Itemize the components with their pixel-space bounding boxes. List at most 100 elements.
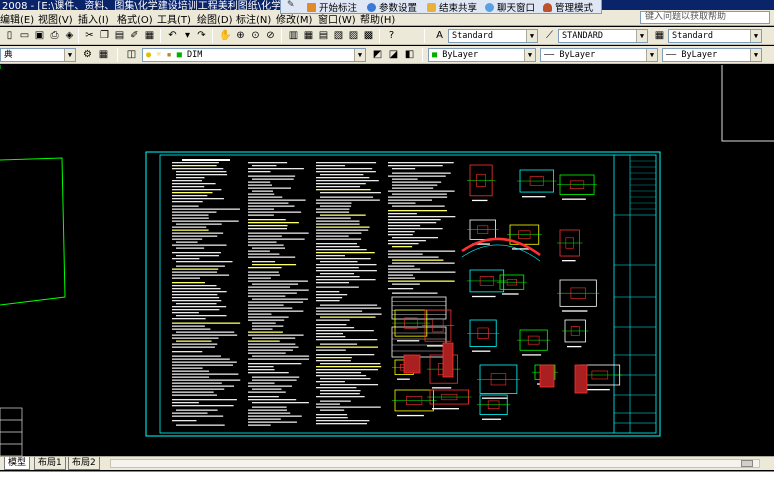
layer-previous-icon[interactable]: ◪ xyxy=(386,47,401,62)
tab-model[interactable]: 模型 xyxy=(4,457,31,470)
scrollbar-thumb[interactable] xyxy=(741,460,753,467)
zoom-realtime-icon[interactable]: ⊕ xyxy=(233,28,248,43)
command-line[interactable] xyxy=(0,471,774,484)
end-share-button[interactable]: 结束共享 xyxy=(427,0,477,14)
color-select[interactable]: ■ ByLayer ▼ xyxy=(428,48,536,62)
note-text-line xyxy=(252,337,296,339)
note-text-line xyxy=(316,330,374,332)
dim-style-icon[interactable]: ⟋ xyxy=(542,28,557,43)
publish-icon[interactable]: ◈ xyxy=(62,28,77,43)
match-properties-icon[interactable]: ✐ xyxy=(127,28,142,43)
note-text-line xyxy=(248,214,274,216)
sheet-set-icon[interactable]: ▧ xyxy=(331,28,346,43)
pin-button[interactable]: ✎ xyxy=(287,0,295,10)
copy-icon[interactable]: ❐ xyxy=(97,28,112,43)
undo-icon[interactable]: ↶ xyxy=(165,28,180,43)
tab-layout1[interactable]: 布局1 xyxy=(34,457,66,470)
pan-icon[interactable]: ✋ xyxy=(218,28,233,43)
note-text-line xyxy=(248,196,283,198)
note-text-line xyxy=(172,192,213,194)
properties-icon[interactable]: ▥ xyxy=(286,28,301,43)
note-text-line xyxy=(316,223,360,225)
chevron-down-icon: ▼ xyxy=(646,49,657,61)
note-text-line xyxy=(316,202,352,204)
note-text-line xyxy=(252,402,309,404)
menu-tools[interactable]: 工具(T) xyxy=(157,11,191,26)
workspace-settings-icon[interactable]: ⚙ xyxy=(80,47,95,62)
new-icon[interactable]: ▯ xyxy=(2,28,17,43)
menu-edit[interactable]: 编辑(E) xyxy=(0,11,34,26)
note-text-line xyxy=(248,382,275,384)
dim-style-select[interactable]: STANDARD ▼ xyxy=(558,29,648,43)
zoom-previous-icon[interactable]: ⊘ xyxy=(263,28,278,43)
horizontal-scrollbar[interactable] xyxy=(110,459,760,468)
table-style-select[interactable]: Standard ▼ xyxy=(668,29,762,43)
workspace-select[interactable]: 典 ▼ xyxy=(0,48,76,62)
chat-window-button[interactable]: 聊天窗口 xyxy=(485,0,535,14)
text-style-select[interactable]: Standard ▼ xyxy=(448,29,538,43)
help-search-input[interactable]: 键入问题以获取帮助 xyxy=(640,11,770,24)
admin-mode-button[interactable]: 管理模式 xyxy=(543,0,593,14)
note-text-line xyxy=(316,346,378,348)
note-text-line xyxy=(320,343,358,345)
zoom-window-icon[interactable]: ⊙ xyxy=(248,28,263,43)
menu-view[interactable]: 视图(V) xyxy=(38,11,73,26)
note-text-line xyxy=(252,376,300,378)
stop-share-icon xyxy=(427,2,436,12)
drawing-canvas[interactable] xyxy=(0,65,774,456)
save-icon[interactable]: ▣ xyxy=(32,28,47,43)
design-notes-text xyxy=(172,159,456,426)
note-text-line xyxy=(252,283,299,285)
note-text-line xyxy=(172,367,203,369)
note-text-line xyxy=(316,417,348,419)
note-text-line xyxy=(316,258,371,260)
menu-dimension[interactable]: 标注(N) xyxy=(236,11,271,26)
note-text-line xyxy=(248,175,296,177)
settings-button[interactable]: 参数设置 xyxy=(367,0,417,14)
calculator-icon[interactable]: ▩ xyxy=(361,28,376,43)
note-text-line xyxy=(316,238,362,240)
make-current-layer-icon[interactable]: ◩ xyxy=(370,47,385,62)
menu-format[interactable]: 格式(O) xyxy=(117,11,153,26)
note-text-line xyxy=(316,387,357,389)
note-text-line xyxy=(248,358,310,360)
note-text-line xyxy=(392,187,434,189)
undo-dropdown-icon[interactable]: ▾ xyxy=(180,28,195,43)
print-icon[interactable]: ⎙ xyxy=(47,28,62,43)
note-text-line xyxy=(388,250,456,252)
lineweight-select[interactable]: —— ByLayer ▼ xyxy=(662,48,762,62)
note-text-line xyxy=(316,270,377,272)
note-text-line xyxy=(248,199,306,201)
redo-icon[interactable]: ↷ xyxy=(194,28,209,43)
customize-icon[interactable]: ▦ xyxy=(96,47,111,62)
notes-table xyxy=(391,296,447,320)
open-icon[interactable]: ▭ xyxy=(17,28,32,43)
menu-draw[interactable]: 绘图(D) xyxy=(197,11,233,26)
cut-icon[interactable]: ✂ xyxy=(82,28,97,43)
help-icon[interactable]: ? xyxy=(384,28,399,43)
note-text-line xyxy=(172,379,241,381)
tab-layout2[interactable]: 布局2 xyxy=(68,457,100,470)
layer-states-icon[interactable]: ◧ xyxy=(402,47,417,62)
block-editor-icon[interactable]: ▦ xyxy=(142,28,157,43)
note-text-line xyxy=(316,291,340,293)
paste-icon[interactable]: ▤ xyxy=(112,28,127,43)
note-text-line xyxy=(316,279,376,281)
menu-insert[interactable]: 插入(I) xyxy=(78,11,109,26)
note-text-line xyxy=(316,282,350,284)
linetype-select[interactable]: —— ByLayer ▼ xyxy=(540,48,658,62)
layer-manager-icon[interactable]: ◫ xyxy=(124,47,139,62)
text-style-icon[interactable]: A xyxy=(432,28,447,43)
layer-select[interactable]: ● ☼ ▪ ■ DIM ▼ xyxy=(142,48,366,62)
note-text-line xyxy=(316,217,351,219)
note-text-line xyxy=(320,400,351,402)
note-text-line xyxy=(316,372,362,374)
note-text-line xyxy=(316,333,344,335)
markup-icon[interactable]: ▨ xyxy=(346,28,361,43)
note-text-line xyxy=(388,213,417,215)
start-annotate-button[interactable]: 开始标注 xyxy=(307,0,357,14)
note-text-line xyxy=(172,168,224,170)
tool-palettes-icon[interactable]: ▤ xyxy=(316,28,331,43)
design-center-icon[interactable]: ▦ xyxy=(301,28,316,43)
table-style-icon[interactable]: ▦ xyxy=(652,28,667,43)
